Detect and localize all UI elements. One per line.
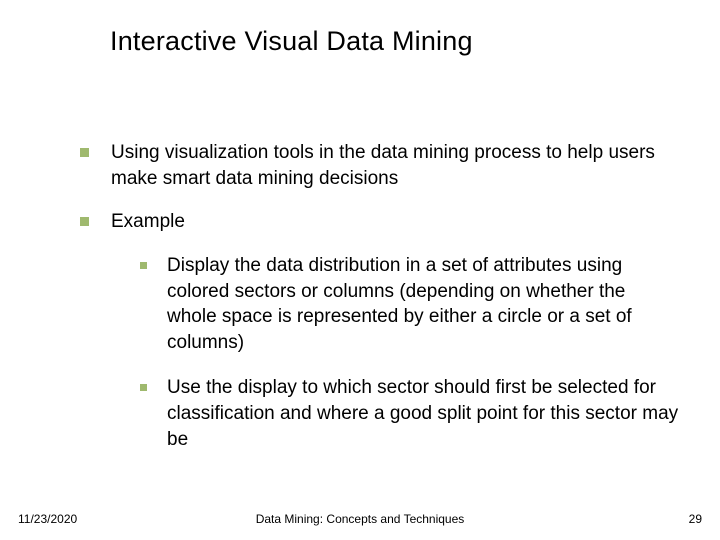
slide: Interactive Visual Data Mining Using vis… [0,0,720,540]
square-bullet-icon [140,262,147,269]
slide-body: Using visualization tools in the data mi… [80,140,680,472]
footer-page-number: 29 [689,512,702,526]
bullet-item: Using visualization tools in the data mi… [80,140,680,191]
sub-bullet-text: Display the data distribution in a set o… [167,253,680,356]
sub-bullet-item: Display the data distribution in a set o… [140,253,680,356]
footer-title: Data Mining: Concepts and Techniques [0,512,720,526]
bullet-item: Example [80,209,680,235]
bullet-text: Using visualization tools in the data mi… [111,140,680,191]
sub-bullet-item: Use the display to which sector should f… [140,375,680,452]
square-bullet-icon [80,217,89,226]
sub-bullet-text: Use the display to which sector should f… [167,375,680,452]
sub-bullet-group: Display the data distribution in a set o… [140,253,680,452]
square-bullet-icon [80,148,89,157]
slide-title: Interactive Visual Data Mining [110,26,473,57]
bullet-text: Example [111,209,185,235]
square-bullet-icon [140,384,147,391]
